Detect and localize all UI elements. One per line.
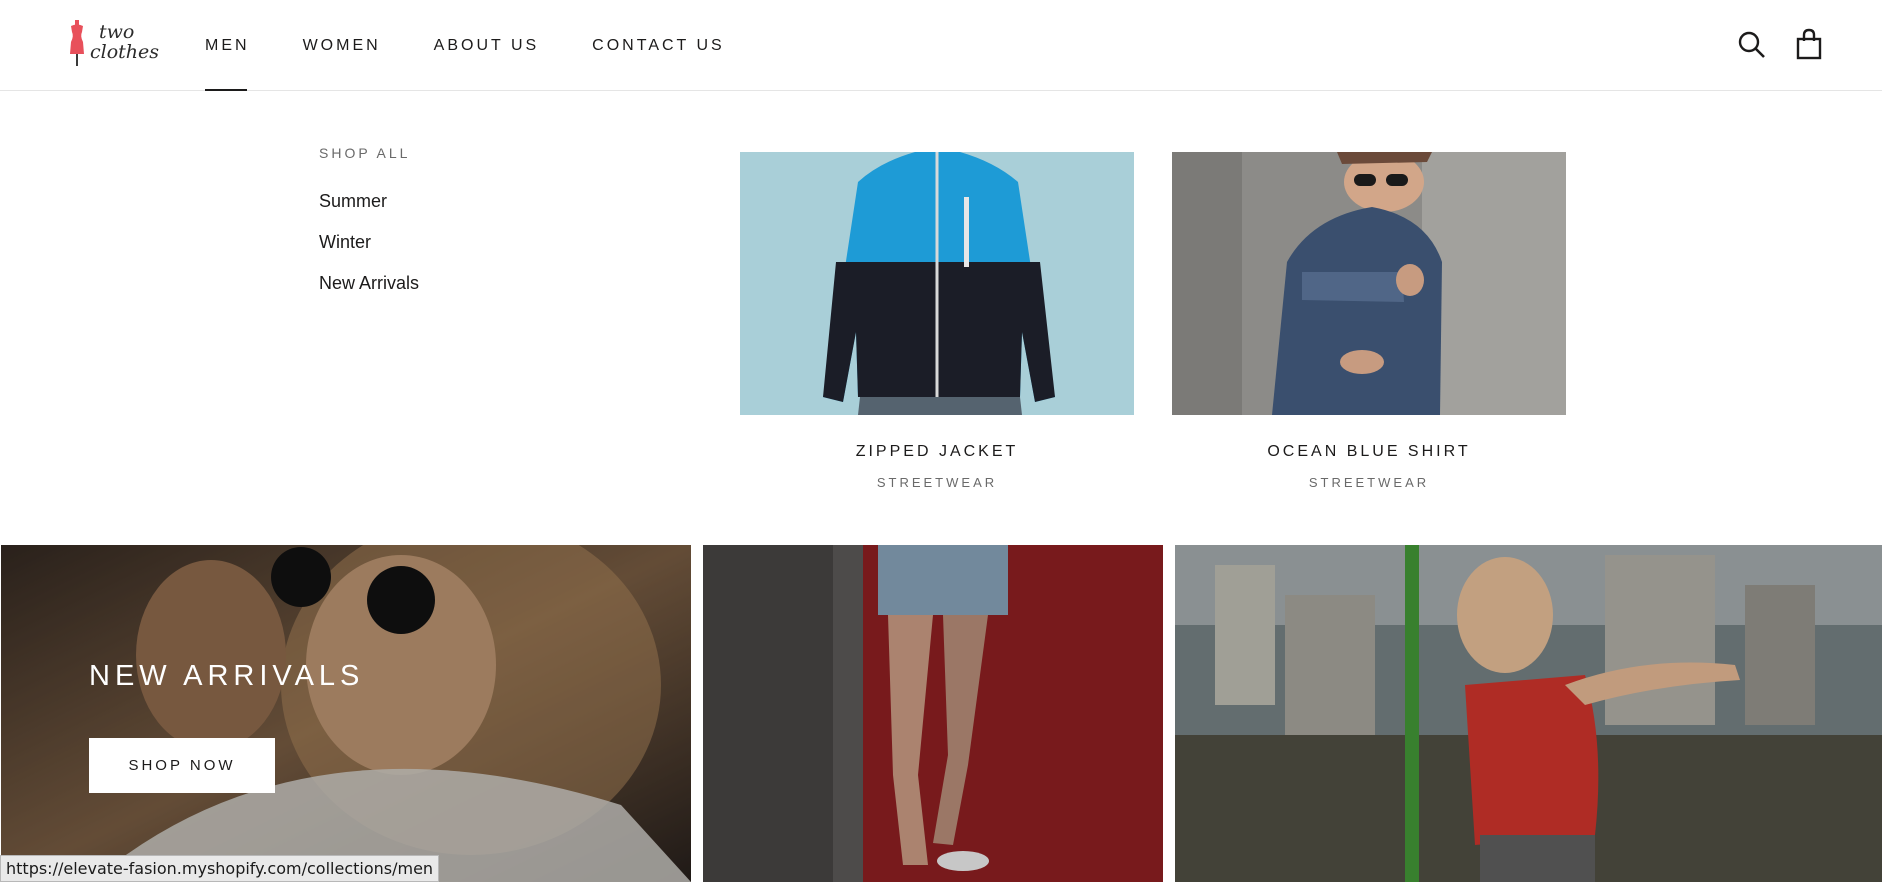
nav-item-women[interactable]: WOMEN [303, 0, 381, 91]
shopping-bag-icon [1796, 28, 1822, 60]
submenu-item-new-arrivals[interactable]: New Arrivals [319, 272, 419, 313]
banner-title: NEW ARRIVALS [89, 660, 365, 692]
product-title[interactable]: OCEAN BLUE SHIRT [1172, 443, 1566, 461]
nav-item-contact-us[interactable]: CONTACT US [592, 0, 725, 91]
nav-item-about-us[interactable]: ABOUT US [434, 0, 540, 91]
submenu-item-winter[interactable]: Winter [319, 231, 419, 272]
submenu-list: Summer Winter New Arrivals [319, 190, 419, 313]
search-button[interactable] [1737, 27, 1767, 61]
brand-logo[interactable]: two clothes [66, 18, 166, 72]
submenu-item-summer[interactable]: Summer [319, 190, 419, 231]
main-nav: MEN WOMEN ABOUT US CONTACT US [205, 0, 778, 91]
brand-line-1: two [99, 21, 135, 43]
product-card[interactable]: ZIPPED JACKET STREETWEAR [740, 152, 1134, 490]
hero-banner: NEW ARRIVALS SHOP NOW [0, 545, 1882, 882]
zipped-jacket-image[interactable] [740, 152, 1134, 415]
couple-photo [1, 545, 691, 882]
brand-wordmark: two clothes [90, 22, 159, 62]
legs-photo [703, 545, 1163, 882]
product-category: STREETWEAR [876, 475, 998, 490]
product-category: STREETWEAR [1308, 475, 1430, 490]
product-title[interactable]: ZIPPED JACKET [740, 443, 1134, 461]
shop-all-heading[interactable]: SHOP ALL [319, 145, 410, 161]
mannequin-icon [70, 20, 84, 66]
site-header: two clothes MEN WOMEN ABOUT US CONTACT U… [0, 0, 1882, 91]
cart-button[interactable] [1794, 27, 1824, 61]
city-woman-photo [1175, 545, 1882, 882]
shop-now-button[interactable]: SHOP NOW [89, 738, 275, 793]
status-bar-url: https://elevate-fasion.myshopify.com/col… [0, 855, 440, 882]
product-card[interactable]: OCEAN BLUE SHIRT STREETWEAR [1172, 152, 1566, 490]
search-icon [1738, 31, 1765, 58]
brand-line-2: clothes [90, 41, 160, 63]
ocean-blue-shirt-image[interactable] [1172, 152, 1566, 415]
nav-item-men[interactable]: MEN [205, 0, 250, 91]
mega-menu: SHOP ALL Summer Winter New Arrivals ZIPP… [0, 92, 1882, 545]
